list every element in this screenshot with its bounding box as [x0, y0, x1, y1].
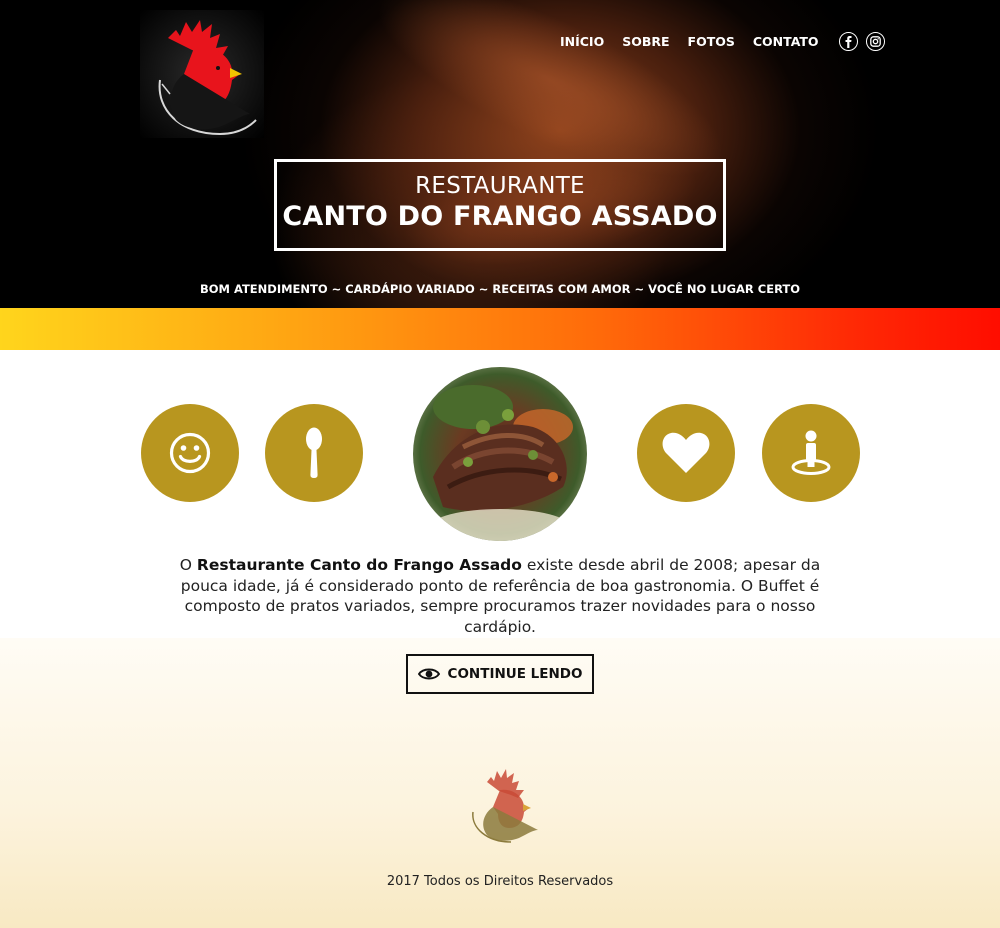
nav-item-fotos[interactable]: FOTOS: [688, 34, 735, 49]
restaurant-name: Restaurante Canto do Frango Assado: [196, 556, 522, 574]
logo[interactable]: [140, 10, 264, 138]
feature-smile[interactable]: [141, 404, 239, 502]
continue-reading-button[interactable]: CONTINUE LENDO: [406, 654, 594, 694]
facebook-icon[interactable]: [838, 32, 858, 51]
about-prefix: O: [179, 556, 197, 574]
eye-icon: [417, 668, 440, 680]
continue-reading-label: CONTINUE LENDO: [447, 666, 583, 682]
rooster-logo-icon: [158, 20, 257, 136]
food-photo: [413, 367, 587, 541]
hero-title-box: RESTAURANTE CANTO DO FRANGO ASSADO: [274, 159, 726, 251]
heart-icon: [662, 432, 710, 473]
feature-heart[interactable]: [637, 404, 735, 502]
spoon-icon: [306, 427, 322, 478]
hero-title: CANTO DO FRANGO ASSADO: [282, 201, 718, 232]
about-text: O Restaurante Canto do Frango Assado exi…: [170, 555, 830, 637]
copyright-text: 2017 Todos os Direitos Reservados: [386, 874, 614, 889]
feature-spoon[interactable]: [265, 404, 363, 502]
food-dish-image: [430, 385, 573, 541]
smile-icon: [169, 432, 211, 474]
location-person-icon: [791, 430, 831, 475]
footer-rooster-logo-icon: [472, 769, 538, 843]
nav-item-inicio[interactable]: INÍCIO: [560, 34, 604, 49]
nav-item-contato[interactable]: CONTATO: [753, 34, 819, 49]
instagram-icon[interactable]: [865, 32, 885, 51]
gradient-divider: [0, 308, 1000, 350]
feature-location[interactable]: [762, 404, 860, 502]
nav-item-sobre[interactable]: SOBRE: [622, 34, 669, 49]
hero-subtitle: RESTAURANTE: [415, 173, 585, 199]
main-nav: INÍCIO SOBRE FOTOS CONTATO: [560, 32, 885, 51]
social-links: [838, 32, 885, 51]
hero-banner: INÍCIO SOBRE FOTOS CONTATO RESTAURANTE C…: [0, 0, 1000, 308]
hero-tagline: BOM ATENDIMENTO ~ CARDÁPIO VARIADO ~ REC…: [199, 282, 801, 296]
